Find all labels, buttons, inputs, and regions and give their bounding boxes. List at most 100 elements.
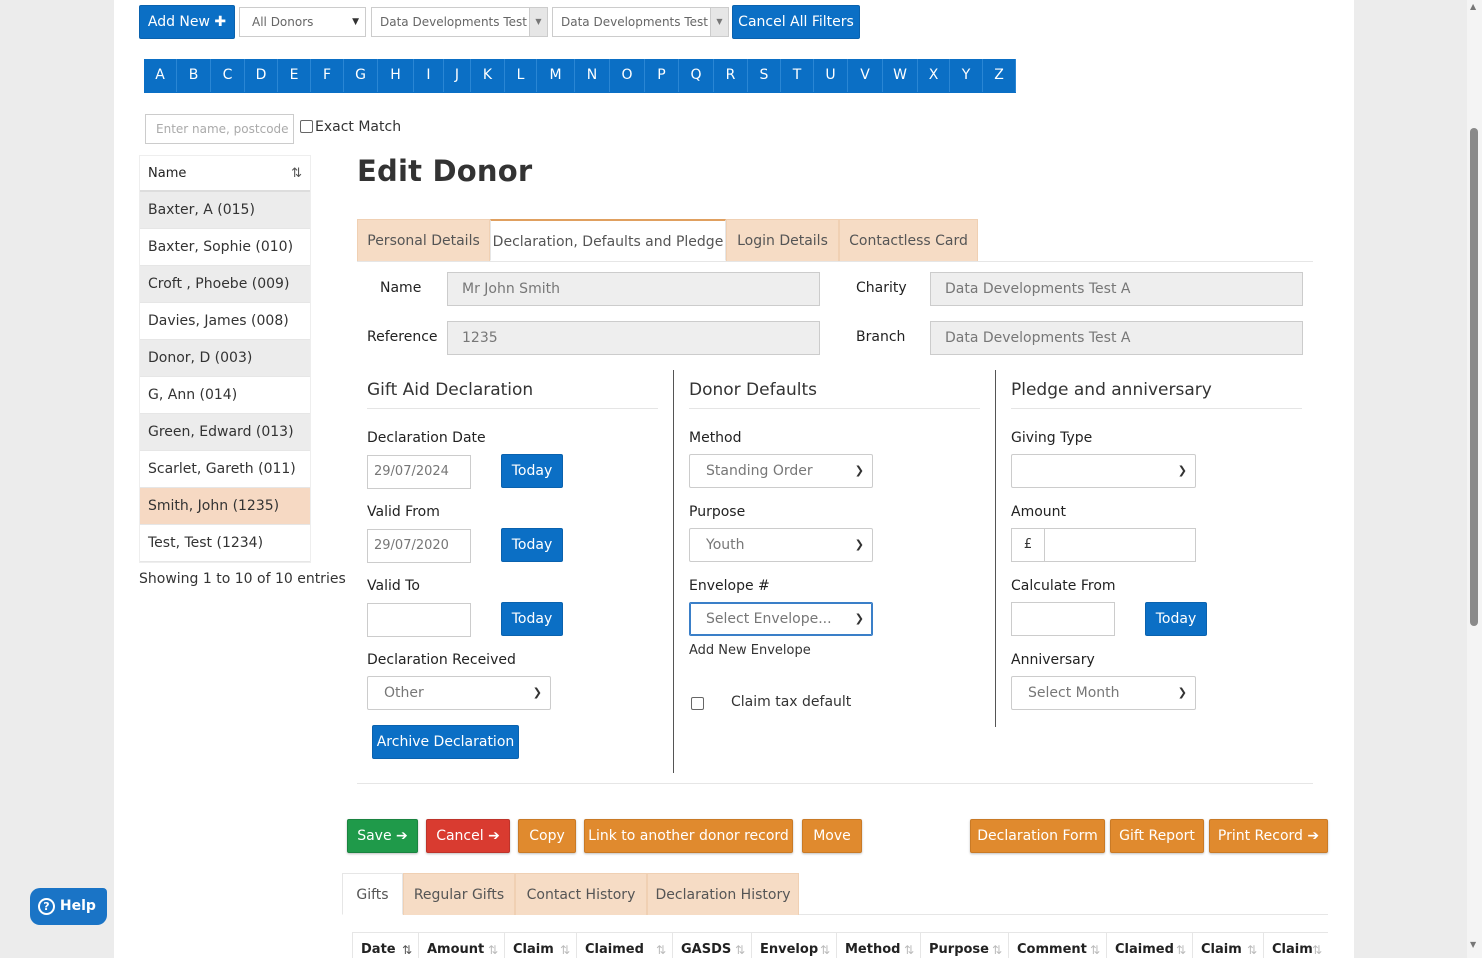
archive-declaration-button[interactable]: Archive Declaration (372, 725, 519, 759)
letter-filter-g[interactable]: G (344, 59, 378, 92)
letter-filter-f[interactable]: F (311, 59, 344, 92)
calculate-from-today-button[interactable]: Today (1145, 602, 1207, 636)
column-header[interactable]: Claim ⇅ (1263, 932, 1328, 958)
donor-list-item[interactable]: Green, Edward (013) (140, 414, 310, 451)
letter-filter-o[interactable]: O (610, 59, 645, 92)
add-new-button[interactable]: Add New ✚ (139, 5, 235, 39)
declaration-date-today-button[interactable]: Today (501, 454, 563, 488)
print-record-button[interactable]: Print Record ➔ (1209, 819, 1328, 853)
tab-contactless-card[interactable]: Contactless Card (839, 219, 978, 261)
letter-filter-a[interactable]: A (144, 59, 177, 92)
cancel-all-filters-button[interactable]: Cancel All Filters (732, 5, 860, 39)
save-button[interactable]: Save ➔ (347, 819, 418, 853)
tab-personal-details[interactable]: Personal Details (357, 219, 490, 261)
letter-filter-n[interactable]: N (575, 59, 610, 92)
tab-contact-history[interactable]: Contact History (515, 873, 647, 915)
letter-filter-s[interactable]: S (748, 59, 781, 92)
tab-declaration-defaults-and-pledge[interactable]: Declaration, Defaults and Pledge (490, 219, 726, 261)
letter-filter-v[interactable]: V (848, 59, 883, 92)
copy-button[interactable]: Copy (518, 819, 576, 853)
cancel-button[interactable]: Cancel ➔ (426, 819, 510, 853)
valid-from-today-button[interactable]: Today (501, 528, 563, 562)
exact-match-checkbox[interactable] (300, 120, 313, 133)
valid-to-today-button[interactable]: Today (501, 602, 563, 636)
giving-type-select[interactable]: ❯ (1011, 454, 1196, 488)
declaration-form-button[interactable]: Declaration Form (970, 819, 1105, 853)
help-button[interactable]: ? Help (30, 888, 107, 925)
scrollbar[interactable]: ▲ ▼ (1467, 0, 1482, 958)
donor-list-item[interactable]: Test, Test (1234) (140, 525, 310, 562)
tab-regular-gifts[interactable]: Regular Gifts (403, 873, 515, 915)
letter-filter-c[interactable]: C (211, 59, 245, 92)
donor-list-item[interactable]: G, Ann (014) (140, 377, 310, 414)
donor-list-item[interactable]: Baxter, Sophie (010) (140, 229, 310, 266)
valid-from-input[interactable]: 29/07/2020 (367, 529, 471, 563)
column-header[interactable]: Purpose ⇅ (920, 932, 1008, 958)
letter-filter-p[interactable]: P (645, 59, 679, 92)
scrollbar-up-arrow[interactable]: ▲ (1470, 2, 1476, 11)
letter-filter-u[interactable]: U (814, 59, 848, 92)
charity-filter-select[interactable]: Data Developments Test A ▼ (371, 7, 548, 37)
donor-filter-select[interactable]: All Donors ▼ (239, 7, 366, 37)
charity-field[interactable]: Data Developments Test A (930, 272, 1303, 306)
claim-tax-checkbox[interactable] (691, 697, 704, 710)
letter-filter-t[interactable]: T (781, 59, 814, 92)
donor-list-item[interactable]: Davies, James (008) (140, 303, 310, 340)
letter-filter-j[interactable]: J (444, 59, 471, 92)
donor-list-item[interactable]: Smith, John (1235) (140, 488, 310, 525)
scrollbar-thumb[interactable] (1470, 128, 1478, 626)
column-header[interactable]: Comment ⇅ (1008, 932, 1106, 958)
branch-filter-select[interactable]: Data Developments Test A ▼ (552, 7, 729, 37)
letter-filter-b[interactable]: B (177, 59, 211, 92)
letter-filter-q[interactable]: Q (679, 59, 714, 92)
search-input[interactable]: Enter name, postcode or (145, 114, 294, 144)
column-header[interactable]: Date ⇅ (352, 932, 418, 958)
method-select[interactable]: Standing Order ❯ (689, 454, 873, 488)
link-donor-button[interactable]: Link to another donor record (584, 819, 793, 853)
donor-list-item[interactable]: Croft , Phoebe (009) (140, 266, 310, 303)
column-header[interactable]: Claim ⇅ (1192, 932, 1263, 958)
letter-filter-e[interactable]: E (278, 59, 311, 92)
gift-report-button[interactable]: Gift Report (1110, 819, 1204, 853)
tab-declaration-history[interactable]: Declaration History (647, 873, 799, 915)
name-field[interactable]: Mr John Smith (447, 272, 820, 306)
branch-field[interactable]: Data Developments Test A (930, 321, 1303, 355)
letter-filter-k[interactable]: K (471, 59, 505, 92)
letter-filter-d[interactable]: D (245, 59, 278, 92)
anniversary-select[interactable]: Select Month ❯ (1011, 676, 1196, 710)
reference-field[interactable]: 1235 (447, 321, 820, 355)
tab-gifts[interactable]: Gifts (342, 873, 403, 915)
envelope-select[interactable]: Select Envelope... ❯ (689, 602, 873, 636)
column-header[interactable]: Amount ⇅ (418, 932, 504, 958)
letter-filter-y[interactable]: Y (950, 59, 983, 92)
donor-list-item[interactable]: Scarlet, Gareth (011) (140, 451, 310, 488)
donor-list-header[interactable]: Name ⇅ (140, 156, 310, 192)
declaration-date-input[interactable]: 29/07/2024 (367, 455, 471, 489)
column-header[interactable]: GASDS ⇅ (672, 932, 751, 958)
declaration-received-select[interactable]: Other ❯ (367, 676, 551, 710)
column-header[interactable]: Method ⇅ (836, 932, 920, 958)
column-header[interactable]: Claim ⇅ (504, 932, 576, 958)
column-header[interactable]: Claimed ⇅ (1106, 932, 1192, 958)
calculate-from-input[interactable] (1011, 602, 1115, 636)
letter-filter-l[interactable]: L (505, 59, 537, 92)
move-button[interactable]: Move (802, 819, 862, 853)
donor-list-item[interactable]: Baxter, A (015) (140, 192, 310, 229)
scrollbar-down-arrow[interactable]: ▼ (1470, 940, 1476, 949)
purpose-select[interactable]: Youth ❯ (689, 528, 873, 562)
column-header[interactable]: Envelop ⇅ (751, 932, 836, 958)
column-header[interactable]: Claimed ⇅ (576, 932, 672, 958)
letter-filter-w[interactable]: W (883, 59, 918, 92)
amount-input[interactable] (1044, 528, 1196, 562)
letter-filter-i[interactable]: I (414, 59, 444, 92)
letter-filter-x[interactable]: X (918, 59, 950, 92)
tab-login-details[interactable]: Login Details (726, 219, 839, 261)
donor-list-item[interactable]: Donor, D (003) (140, 340, 310, 377)
letter-filter-z[interactable]: Z (983, 59, 1016, 92)
method-value: Standing Order (706, 463, 813, 479)
letter-filter-r[interactable]: R (714, 59, 748, 92)
letter-filter-m[interactable]: M (537, 59, 575, 92)
add-new-envelope-link[interactable]: Add New Envelope (689, 643, 811, 658)
valid-to-input[interactable] (367, 603, 471, 637)
letter-filter-h[interactable]: H (378, 59, 414, 92)
